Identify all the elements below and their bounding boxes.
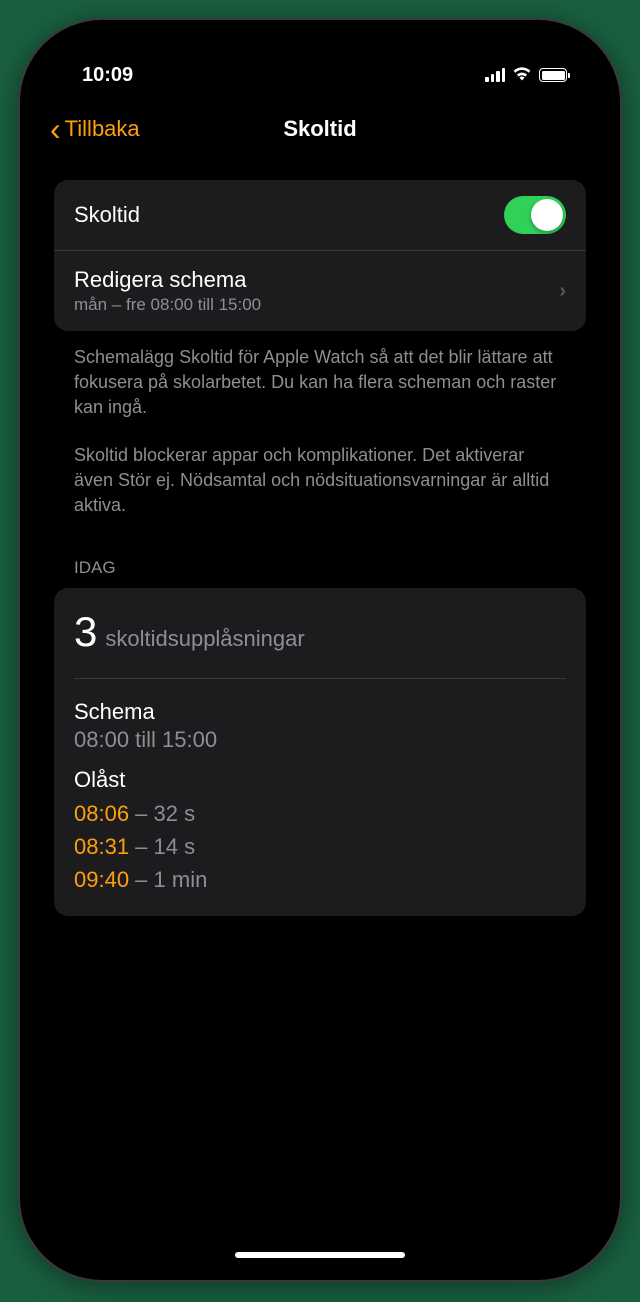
edit-schedule-row[interactable]: Redigera schema mån – fre 08:00 till 15:… — [54, 251, 586, 331]
battery-icon — [539, 68, 570, 82]
wifi-icon — [512, 65, 532, 86]
skoltid-toggle[interactable] — [504, 196, 566, 234]
back-button[interactable]: ‹ Tillbaka — [50, 113, 140, 145]
unlock-count: 3 — [74, 608, 97, 656]
schedule-summary: mån – fre 08:00 till 15:00 — [74, 295, 559, 315]
page-title: Skoltid — [283, 116, 356, 142]
phone-frame: 10:09 — [20, 20, 620, 1280]
schedule-time-range: 08:00 till 15:00 — [74, 727, 566, 753]
content-area: Skoltid Redigera schema mån – fre 08:00 … — [30, 170, 610, 926]
toggle-knob — [531, 199, 563, 231]
description-paragraph-2: Skoltid blockerar appar och komplikation… — [54, 443, 586, 519]
unlock-entry: 08:31 – 14 s — [74, 830, 566, 863]
unlock-count-row: 3 skoltidsupplåsningar — [74, 608, 566, 679]
chevron-left-icon: ‹ — [50, 113, 61, 145]
navigation-bar: ‹ Tillbaka Skoltid — [30, 100, 610, 170]
back-label: Tillbaka — [65, 116, 140, 142]
unlock-entry: 09:40 – 1 min — [74, 863, 566, 896]
edit-schedule-label: Redigera schema — [74, 267, 559, 293]
unlock-time: 08:31 — [74, 834, 129, 859]
unlock-time: 08:06 — [74, 801, 129, 826]
today-card: 3 skoltidsupplåsningar Schema 08:00 till… — [54, 588, 586, 916]
phone-screen: 10:09 — [30, 30, 610, 1270]
today-header: IDAG — [54, 558, 586, 588]
unlock-duration: – 14 s — [129, 834, 195, 859]
skoltid-label: Skoltid — [74, 202, 140, 228]
unlock-entry: 08:06 – 32 s — [74, 797, 566, 830]
status-time: 10:09 — [82, 64, 133, 87]
skoltid-toggle-row: Skoltid — [54, 180, 586, 251]
unlocked-title: Olåst — [74, 767, 566, 793]
home-indicator[interactable] — [235, 1252, 405, 1258]
unlock-count-label: skoltidsupplåsningar — [105, 626, 304, 652]
unlock-duration: – 32 s — [129, 801, 195, 826]
unlock-duration: – 1 min — [129, 867, 207, 892]
status-icons — [485, 65, 570, 86]
schedule-title: Schema — [74, 699, 566, 725]
cellular-signal-icon — [485, 68, 505, 82]
description-paragraph-1: Schemalägg Skoltid för Apple Watch så at… — [54, 345, 586, 421]
chevron-right-icon: › — [559, 280, 566, 303]
settings-group-main: Skoltid Redigera schema mån – fre 08:00 … — [54, 180, 586, 331]
dynamic-island — [248, 48, 393, 88]
unlock-time: 09:40 — [74, 867, 129, 892]
